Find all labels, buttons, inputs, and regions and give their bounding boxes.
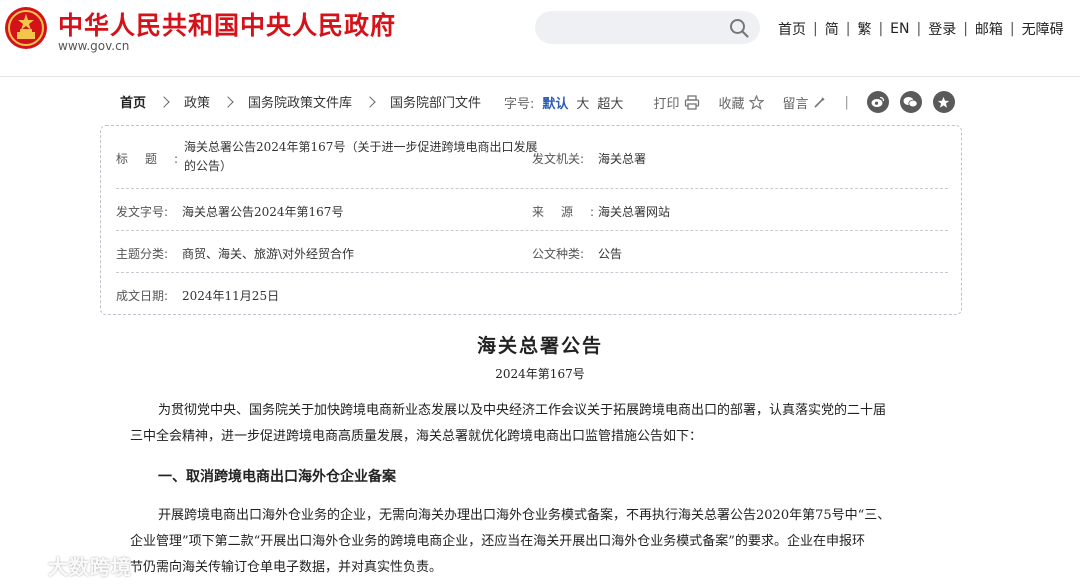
breadcrumb-policy-library[interactable]: 国务院政策文件库 <box>248 92 352 111</box>
nav-mailbox[interactable]: 邮箱 <box>968 19 1010 39</box>
issuer-label: 发文机关: <box>532 152 585 166</box>
nav-traditional[interactable]: 繁 <box>850 19 878 39</box>
wechat-icon[interactable] <box>899 91 922 113</box>
font-size-default[interactable]: 默认 <box>542 93 568 112</box>
star-outline-icon <box>749 94 765 110</box>
search-input[interactable] <box>535 11 760 44</box>
breadcrumb-department-docs[interactable]: 国务院部门文件 <box>390 92 481 111</box>
print-label: 打印 <box>653 96 680 112</box>
printer-icon <box>685 94 700 110</box>
chevron-right-icon <box>158 95 170 108</box>
paragraph-1-line-1: 为贯彻党中央、国务院关于加快跨境电商新业态发展以及中央经济工作会议关于拓展跨境电… <box>158 403 887 418</box>
site-url: www.gov.cn <box>58 39 130 53</box>
issuer-value: 海关总署 <box>598 152 647 166</box>
watermark-text: 大数跨境 <box>48 555 132 579</box>
title-value-line1: 海关总署公告2024年第167号（关于进一步促进跨境电商出口发展 <box>184 140 538 154</box>
star-icon[interactable] <box>932 91 955 113</box>
favorite-button[interactable]: 收藏 <box>718 93 765 112</box>
nav-simplified[interactable]: 简 <box>818 19 846 39</box>
source-label: 来源: <box>532 205 612 219</box>
paragraph-2-line-2: 企业管理”项下第二款“开展出口海外仓业务的跨境电商企业，还应当在海关开展出口海外… <box>130 534 865 549</box>
date-label: 成文日期: <box>116 289 169 303</box>
date-value: 2024年11月25日 <box>182 289 280 303</box>
category-label: 主题分类: <box>116 247 169 261</box>
font-size-xlarge[interactable]: 超大 <box>597 93 623 112</box>
chevron-right-icon <box>364 95 376 108</box>
watermark-logo-icon <box>11 557 44 573</box>
info-row-title: 标题: 海关总署公告2024年第167号（关于进一步促进跨境电商出口发展 的公告… <box>116 126 948 189</box>
paragraph-2: 开展跨境电商出口海外仓业务的企业，无需向海关办理出口海外仓业务模式备案，不再执行… <box>130 503 942 581</box>
nav-login[interactable]: 登录 <box>921 19 963 39</box>
title-label: 标题: <box>116 152 196 166</box>
source-value: 海关总署网站 <box>598 205 671 219</box>
font-size-large[interactable]: 大 <box>576 93 589 112</box>
breadcrumb: 首页 政策 国务院政策文件库 国务院部门文件 <box>120 92 481 111</box>
paragraph-2-line-1: 开展跨境电商出口海外仓业务的企业，无需向海关办理出口海外仓业务模式备案，不再执行… <box>158 508 891 523</box>
article-tools: 字号: 默认 大 超大 打印 收藏 留言 | <box>504 91 966 113</box>
site-title[interactable]: 中华人民共和国中央人民政府 <box>58 6 396 42</box>
title-value-line2: 的公告） <box>184 159 233 173</box>
breadcrumb-home[interactable]: 首页 <box>120 92 146 111</box>
doc-no-label: 发文字号: <box>116 205 169 219</box>
chevron-right-icon <box>222 95 234 108</box>
type-label: 公文种类: <box>532 247 585 261</box>
search-icon[interactable] <box>728 17 750 39</box>
article-title: 海关总署公告 <box>476 335 603 357</box>
nav-accessibility[interactable]: 无障碍 <box>1015 19 1071 39</box>
national-emblem-icon[interactable] <box>4 6 48 50</box>
font-size-label: 字号: <box>504 96 535 112</box>
article-number: 2024年第167号 <box>495 367 585 381</box>
nav-english[interactable]: EN <box>883 21 916 37</box>
document-info-box: 标题: 海关总署公告2024年第167号（关于进一步促进跨境电商出口发展 的公告… <box>100 125 962 315</box>
top-nav: 首页 | 简 | 繁 | EN | 登录 | 邮箱 | 无障碍 <box>771 19 1071 39</box>
info-row-category: 主题分类: 商贸、海关、旅游\对外经贸合作 公文种类: 公告 <box>116 230 948 273</box>
paragraph-2-line-3: 节仍需向海关传输订仓单电子数据，并对真实性负责。 <box>130 560 443 575</box>
site-header: 中华人民共和国中央人民政府 www.gov.cn 首页 | 简 | 繁 | EN… <box>0 0 1080 77</box>
paragraph-1: 为贯彻党中央、国务院关于加快跨境电商新业态发展以及中央经济工作会议关于拓展跨境电… <box>130 398 942 450</box>
info-row-date: 成文日期: 2024年11月25日 <box>116 272 948 314</box>
paragraph-1-line-2: 三中全会精神，进一步促进跨境电商高质量发展，海关总署就优化跨境电商出口监管措施公… <box>130 429 703 444</box>
pencil-icon <box>814 96 826 108</box>
print-button[interactable]: 打印 <box>653 93 700 112</box>
comment-button[interactable]: 留言 <box>782 93 826 112</box>
doc-no-value: 海关总署公告2024年第167号 <box>182 205 344 219</box>
section-heading-1: 一、取消跨境电商出口海外仓企业备案 <box>158 469 396 485</box>
favorite-label: 收藏 <box>718 96 745 112</box>
category-value: 商贸、海关、旅游\对外经贸合作 <box>182 247 355 261</box>
info-row-docno: 发文字号: 海关总署公告2024年第167号 来源: 海关总署网站 <box>116 188 948 231</box>
weibo-icon[interactable] <box>866 91 889 113</box>
type-value: 公告 <box>598 247 623 261</box>
nav-home[interactable]: 首页 <box>771 19 813 39</box>
watermark: 大数跨境 <box>8 551 132 580</box>
comment-label: 留言 <box>782 96 809 112</box>
breadcrumb-policy[interactable]: 政策 <box>184 92 210 111</box>
tools-separator: | <box>844 94 849 110</box>
